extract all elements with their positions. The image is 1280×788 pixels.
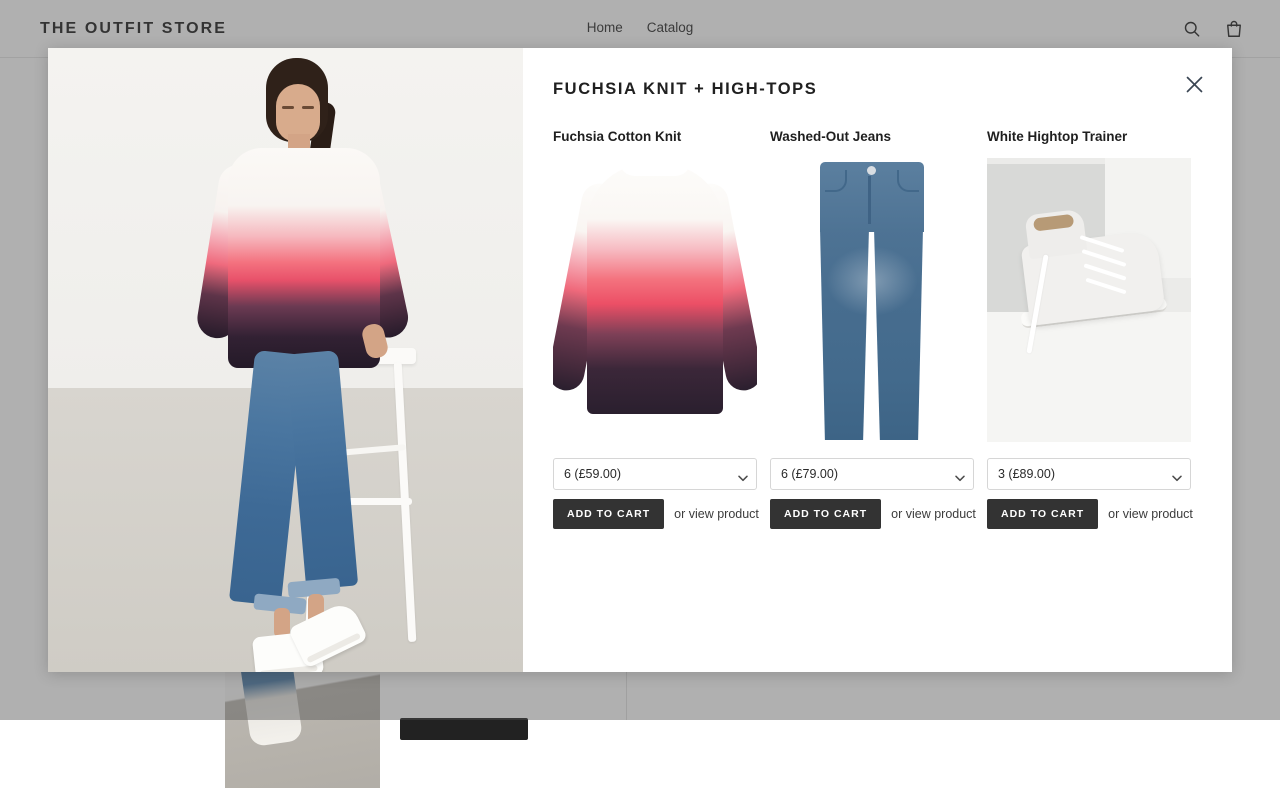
add-to-cart-button[interactable]: ADD TO CART — [987, 499, 1098, 529]
product-title: Fuchsia Cotton Knit — [553, 129, 757, 144]
product-actions: ADD TO CART or view product — [987, 499, 1191, 529]
variant-select-wrapper: 6 (£79.00) — [770, 458, 974, 490]
product-card-fuchsia-cotton-knit: Fuchsia Cotton Knit 6 (£59.00) — [553, 129, 757, 529]
variant-select[interactable]: 6 (£79.00) — [770, 458, 974, 490]
product-card-washed-out-jeans: Washed-Out Jeans 6 (£79.00) — [770, 129, 974, 529]
close-icon[interactable] — [1180, 70, 1208, 98]
product-actions: ADD TO CART or view product — [553, 499, 757, 529]
hero-model — [168, 56, 418, 672]
modal-title: FUCHSIA KNIT + HIGH-TOPS — [553, 80, 1202, 99]
variant-select-wrapper: 3 (£89.00) — [987, 458, 1191, 490]
shop-the-look-modal: FUCHSIA KNIT + HIGH-TOPS Fuchsia Cotton … — [48, 48, 1232, 672]
product-image-jeans[interactable] — [770, 158, 974, 442]
product-list: Fuchsia Cotton Knit 6 (£59.00) — [553, 129, 1202, 529]
view-product-link[interactable]: or view product — [891, 507, 976, 521]
product-actions: ADD TO CART or view product — [770, 499, 974, 529]
view-product-link[interactable]: or view product — [674, 507, 759, 521]
variant-select[interactable]: 6 (£59.00) — [553, 458, 757, 490]
view-product-link[interactable]: or view product — [1108, 507, 1193, 521]
product-image-knit[interactable] — [553, 158, 757, 442]
product-title: White Hightop Trainer — [987, 129, 1191, 144]
lookbook-hero-image — [48, 48, 523, 672]
add-to-cart-button[interactable]: ADD TO CART — [553, 499, 664, 529]
product-image-trainer[interactable] — [987, 158, 1191, 442]
modal-content: FUCHSIA KNIT + HIGH-TOPS Fuchsia Cotton … — [523, 48, 1232, 672]
product-page-add-to-cart[interactable] — [400, 718, 528, 740]
product-title: Washed-Out Jeans — [770, 129, 974, 144]
add-to-cart-button[interactable]: ADD TO CART — [770, 499, 881, 529]
variant-select[interactable]: 3 (£89.00) — [987, 458, 1191, 490]
product-card-white-hightop-trainer: White Hightop Trainer — [987, 129, 1191, 529]
variant-select-wrapper: 6 (£59.00) — [553, 458, 757, 490]
